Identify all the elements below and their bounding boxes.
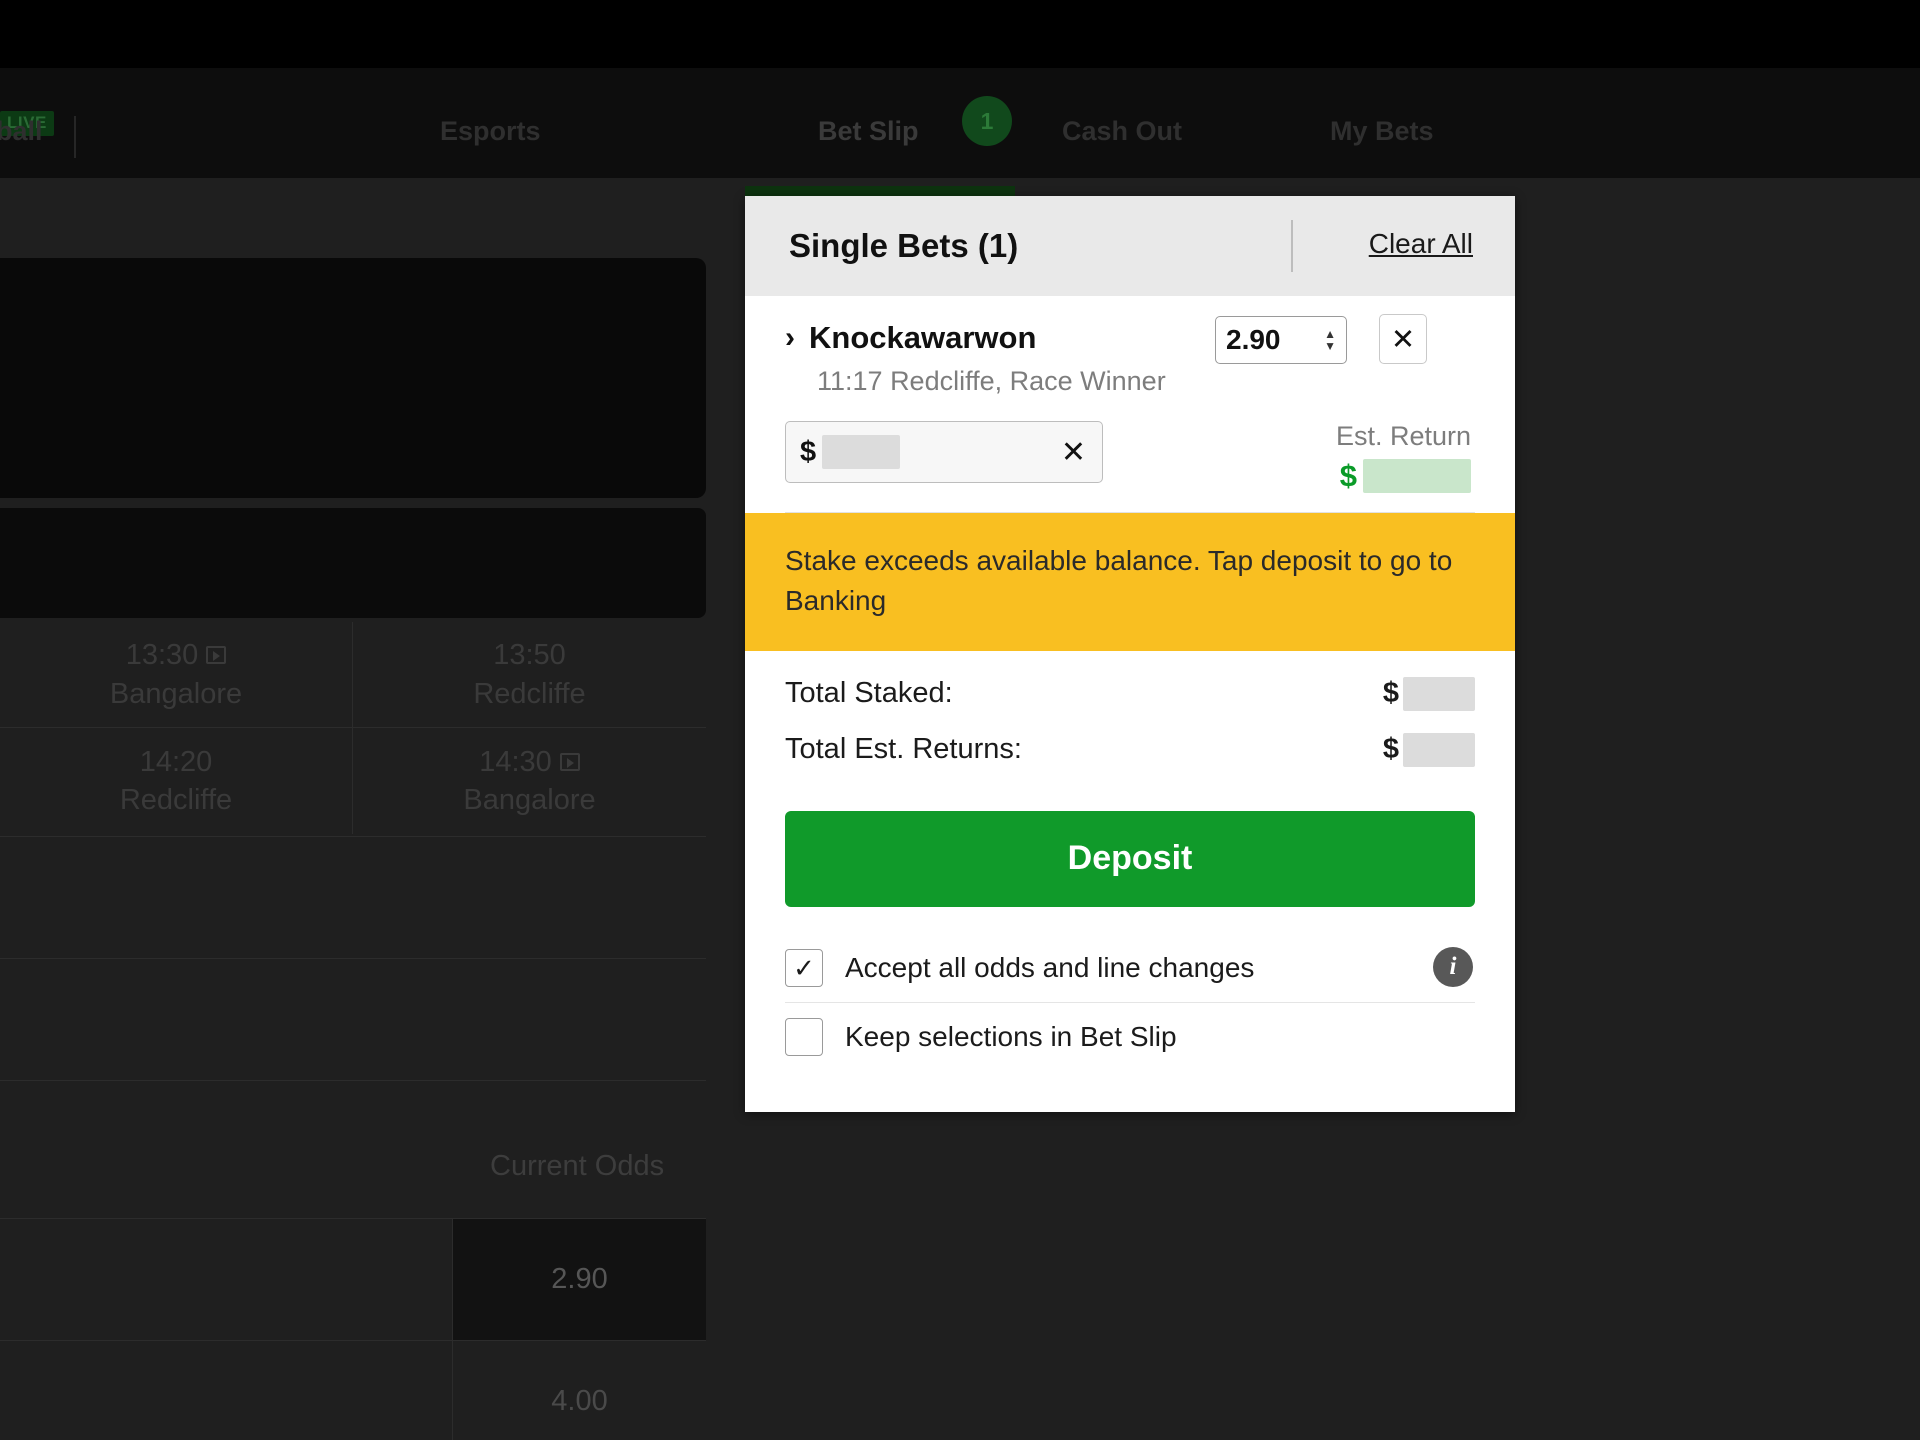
odds-row: 2.90 xyxy=(0,1218,706,1340)
stream-icon xyxy=(559,752,580,771)
odds-value: 2.90 xyxy=(1226,324,1281,355)
odds-stepper[interactable]: 2.90 ▲ ▼ xyxy=(1215,316,1347,364)
top-black-bar xyxy=(0,0,1920,68)
expand-chevron-icon[interactable]: › xyxy=(785,323,795,353)
bet-selection-body: › Knockawarwon 2.90 ▲ ▼ ✕ 11:17 Redcliffe… xyxy=(745,314,1515,513)
header-divider xyxy=(1291,220,1293,272)
odds-table: 2.90 4.00 xyxy=(0,1218,706,1440)
bet-slip-tab-indicator xyxy=(745,186,1015,196)
bet-slip-title: Single Bets (1) xyxy=(789,227,1019,264)
bet-selection-name: Knockawarwon xyxy=(809,320,1037,355)
bet-slip-count-badge: 1 xyxy=(962,96,1012,146)
deposit-button[interactable]: Deposit xyxy=(785,810,1475,907)
race-venue-label: Redcliffe xyxy=(119,784,233,816)
stream-icon xyxy=(206,646,227,665)
total-staked-label: Total Staked: xyxy=(785,677,953,709)
stake-input[interactable]: $ ✕ xyxy=(785,421,1103,483)
race-time-label: 14:20 xyxy=(139,745,213,778)
keep-selections-label: Keep selections in Bet Slip xyxy=(845,1020,1177,1052)
race-time-label: 13:30 xyxy=(125,639,199,672)
background-card-upper xyxy=(0,258,706,498)
odds-row: 4.00 xyxy=(0,1340,706,1440)
race-time-grid: 13:30 Bangalore 13:50 Redcliffe 14:20 Re… xyxy=(0,622,706,834)
stake-row: $ ✕ Est. Return $ xyxy=(785,421,1475,504)
clear-stake-icon[interactable]: ✕ xyxy=(1061,435,1086,470)
odds-row-runner xyxy=(0,1219,452,1340)
stake-currency-symbol: $ xyxy=(800,435,817,468)
odds-row-runner xyxy=(0,1341,452,1440)
bet-slip-panel: Single Bets (1) Clear All › Knockawarwon… xyxy=(745,196,1515,1112)
race-time-label: 14:30 xyxy=(479,745,552,778)
total-staked-amount: $ xyxy=(1382,676,1475,711)
est-return-value-redacted xyxy=(1363,459,1471,493)
bet-slip-header: Single Bets (1) Clear All xyxy=(745,196,1515,296)
nav-item-basketball[interactable]: etball xyxy=(0,116,43,147)
total-staked-currency: $ xyxy=(1382,677,1399,709)
stepper-arrows-icon[interactable]: ▲ ▼ xyxy=(1324,328,1336,352)
bet-header-row: › Knockawarwon 2.90 ▲ ▼ ✕ xyxy=(785,314,1475,364)
keep-selections-checkbox[interactable] xyxy=(785,1017,823,1056)
total-staked-redacted xyxy=(1403,676,1475,711)
info-icon[interactable]: i xyxy=(1433,946,1473,987)
total-returns-row: Total Est. Returns: $ xyxy=(785,732,1475,767)
est-return-label: Est. Return xyxy=(1335,421,1471,451)
bet-event-details: 11:17 Redcliffe, Race Winner xyxy=(817,366,1166,396)
background-card-middle xyxy=(0,508,706,618)
nav-item-cash-out[interactable]: Cash Out xyxy=(1062,116,1182,147)
accept-odds-changes-row[interactable]: ✓ Accept all odds and line changes i xyxy=(785,935,1475,1003)
accept-odds-checkbox[interactable]: ✓ xyxy=(785,949,823,987)
est-return-value-row: $ xyxy=(1336,458,1471,494)
odds-button-selected[interactable]: 2.90 xyxy=(452,1219,706,1340)
est-return-block: Est. Return $ xyxy=(1336,421,1475,494)
race-venue-label: Bangalore xyxy=(463,784,596,816)
total-returns-label: Total Est. Returns: xyxy=(785,733,1022,765)
race-time-label: 13:50 xyxy=(493,639,566,672)
race-tile[interactable]: 13:30 Bangalore xyxy=(0,622,353,728)
nav-item-esports[interactable]: Esports xyxy=(440,116,541,147)
nav-item-my-bets[interactable]: My Bets xyxy=(1330,116,1434,147)
remove-selection-button[interactable]: ✕ xyxy=(1379,314,1427,364)
keep-selections-row[interactable]: Keep selections in Bet Slip xyxy=(785,1003,1475,1071)
race-venue-label: Bangalore xyxy=(109,677,243,710)
race-venue-label: Redcliffe xyxy=(473,677,586,710)
total-returns-currency: $ xyxy=(1382,733,1399,765)
race-tile[interactable]: 14:30 Bangalore xyxy=(353,728,706,834)
screen-root: etball LIVE Esports Bet Slip 1 Cash Out … xyxy=(0,0,1920,1440)
clear-all-link[interactable]: Clear All xyxy=(1369,228,1473,260)
background-list-rows xyxy=(0,836,706,1156)
nav-item-bet-slip[interactable]: Bet Slip xyxy=(818,116,919,147)
nav-divider xyxy=(73,116,76,158)
totals-section: Total Staked: $ Total Est. Returns: $ xyxy=(745,651,1515,793)
current-odds-header: Current Odds xyxy=(490,1150,665,1182)
stake-value-redacted xyxy=(822,435,901,469)
main-navigation: etball LIVE Esports Bet Slip 1 Cash Out … xyxy=(0,68,1920,178)
stake-warning-banner: Stake exceeds available balance. Tap dep… xyxy=(745,513,1515,651)
accept-odds-label: Accept all odds and line changes xyxy=(845,952,1255,983)
est-return-currency: $ xyxy=(1339,458,1357,493)
odds-button[interactable]: 4.00 xyxy=(452,1341,706,1440)
total-returns-redacted xyxy=(1403,732,1475,767)
race-tile[interactable]: 14:20 Redcliffe xyxy=(0,728,353,834)
total-returns-amount: $ xyxy=(1382,732,1475,767)
total-staked-row: Total Staked: $ xyxy=(785,676,1475,711)
race-tile[interactable]: 13:50 Redcliffe xyxy=(353,622,706,728)
